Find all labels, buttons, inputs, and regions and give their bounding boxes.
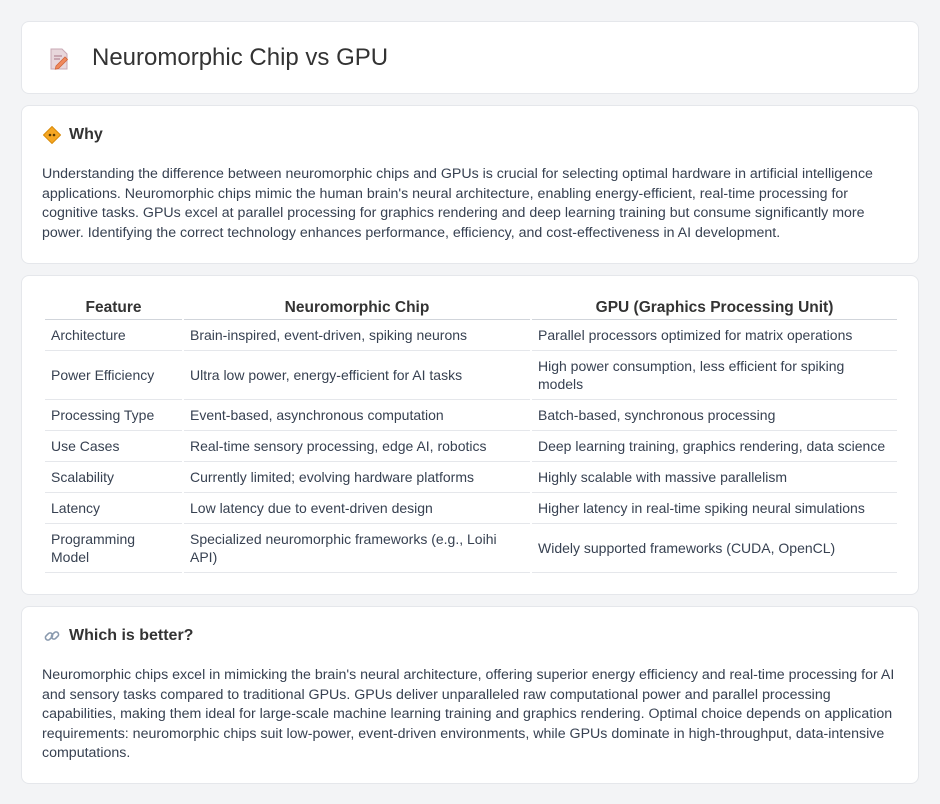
neuromorphic-cell: Currently limited; evolving hardware pla…	[184, 462, 530, 493]
neuromorphic-cell: Specialized neuromorphic frameworks (e.g…	[184, 524, 530, 573]
feature-cell: Processing Type	[45, 400, 182, 431]
diamond-sign-icon	[43, 126, 61, 144]
gpu-cell: Parallel processors optimized for matrix…	[532, 320, 897, 351]
feature-cell: Architecture	[45, 320, 182, 351]
comparison-table: Feature Neuromorphic Chip GPU (Graphics …	[43, 296, 899, 573]
page-title: Neuromorphic Chip vs GPU	[92, 44, 389, 71]
neuromorphic-cell: Brain-inspired, event-driven, spiking ne…	[184, 320, 530, 351]
neuromorphic-cell: Real-time sensory processing, edge AI, r…	[184, 431, 530, 462]
feature-cell: Use Cases	[45, 431, 182, 462]
table-row: Processing Type Event-based, asynchronou…	[45, 400, 897, 431]
feature-cell: Power Efficiency	[45, 351, 182, 400]
neuromorphic-cell: Ultra low power, energy-efficient for AI…	[184, 351, 530, 400]
comparison-card: Feature Neuromorphic Chip GPU (Graphics …	[21, 275, 919, 595]
table-row: Use Cases Real-time sensory processing, …	[45, 431, 897, 462]
feature-cell: Latency	[45, 493, 182, 524]
better-heading: Which is better?	[43, 627, 193, 645]
better-text: Neuromorphic chips excel in mimicking th…	[42, 667, 895, 761]
gpu-cell: Deep learning training, graphics renderi…	[532, 431, 897, 462]
header-card: Neuromorphic Chip vs GPU	[21, 21, 919, 94]
table-row: Architecture Brain-inspired, event-drive…	[45, 320, 897, 351]
table-row: Power Efficiency Ultra low power, energy…	[45, 351, 897, 400]
column-header-feature: Feature	[45, 296, 182, 320]
which-is-better-section: Which is better? Neuromorphic chips exce…	[21, 606, 919, 784]
feature-cell: Scalability	[45, 462, 182, 493]
gpu-cell: High power consumption, less efficient f…	[532, 351, 897, 400]
table-row: Programming Model Specialized neuromorph…	[45, 524, 897, 573]
column-header-neuromorphic: Neuromorphic Chip	[184, 296, 530, 320]
why-text: Understanding the difference between neu…	[42, 166, 873, 241]
table-header-row: Feature Neuromorphic Chip GPU (Graphics …	[45, 296, 897, 320]
gpu-cell: Highly scalable with massive parallelism	[532, 462, 897, 493]
gpu-cell: Batch-based, synchronous processing	[532, 400, 897, 431]
why-title: Why	[69, 126, 103, 143]
column-header-gpu: GPU (Graphics Processing Unit)	[532, 296, 897, 320]
table-row: Scalability Currently limited; evolving …	[45, 462, 897, 493]
neuromorphic-cell: Low latency due to event-driven design	[184, 493, 530, 524]
gpu-cell: Higher latency in real-time spiking neur…	[532, 493, 897, 524]
document-pencil-icon	[50, 48, 69, 70]
table-row: Latency Low latency due to event-driven …	[45, 493, 897, 524]
link-icon	[44, 631, 60, 641]
better-title: Which is better?	[69, 627, 194, 644]
gpu-cell: Widely supported frameworks (CUDA, OpenC…	[532, 524, 897, 573]
feature-cell: Programming Model	[45, 524, 182, 573]
why-section: Why Understanding the difference between…	[21, 105, 919, 264]
neuromorphic-cell: Event-based, asynchronous computation	[184, 400, 530, 431]
why-heading: Why	[43, 126, 103, 144]
